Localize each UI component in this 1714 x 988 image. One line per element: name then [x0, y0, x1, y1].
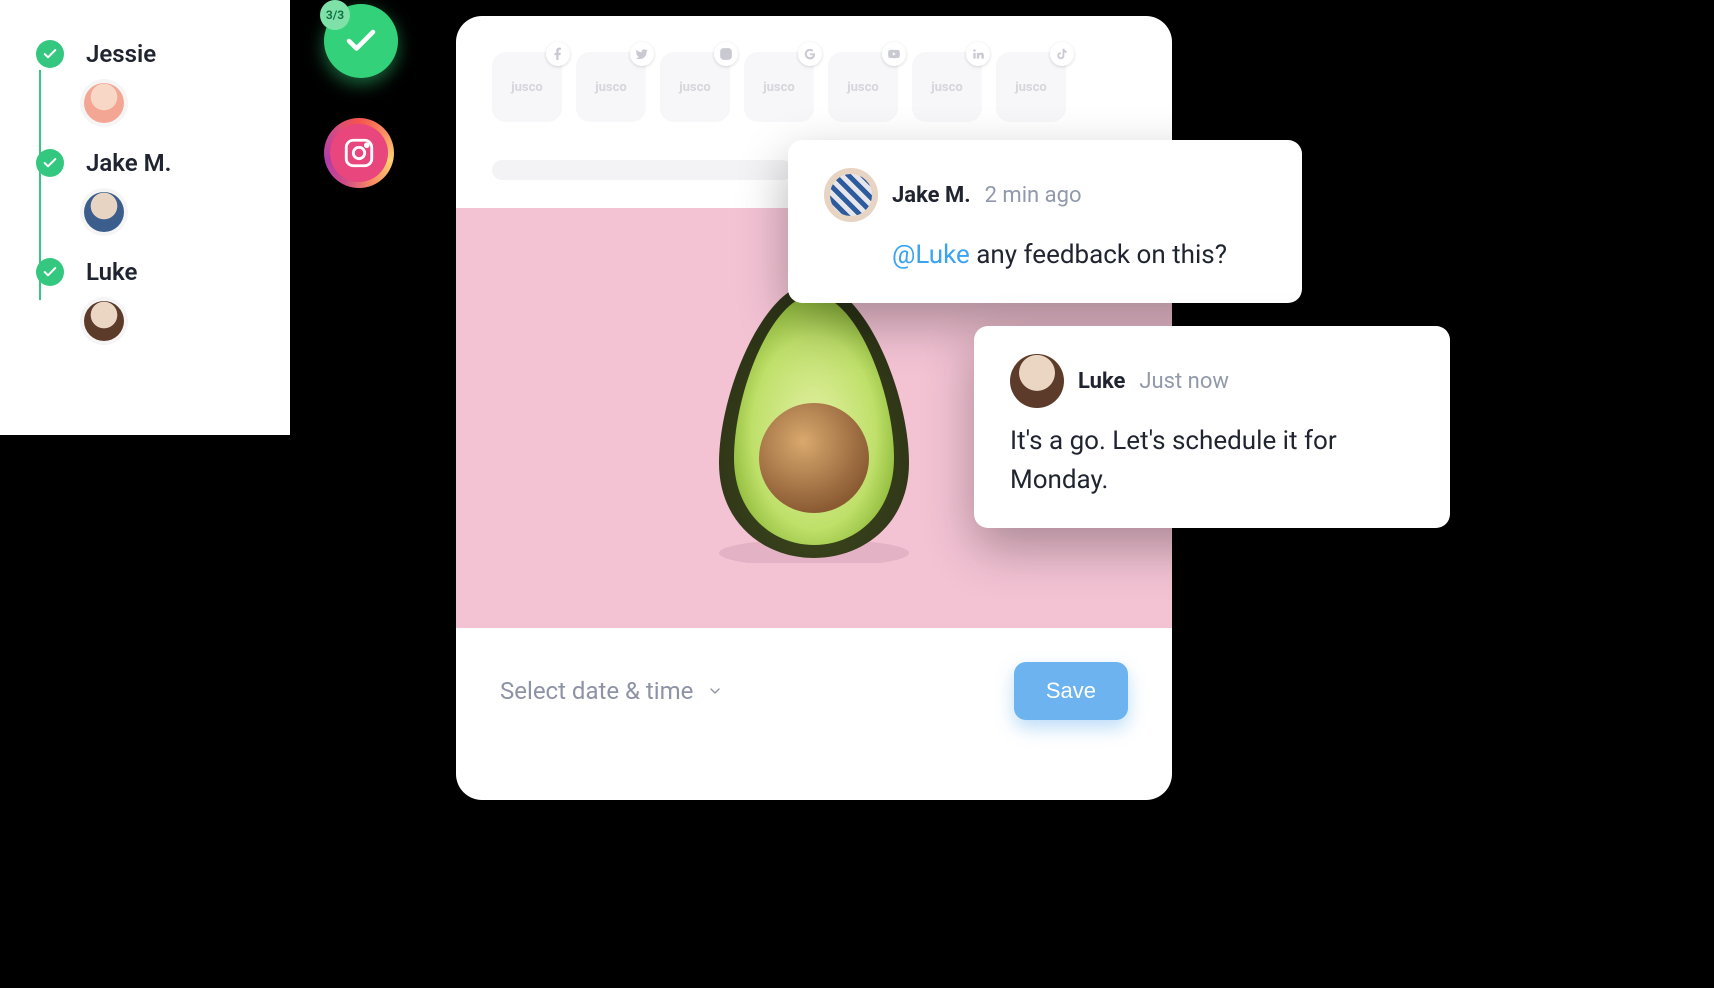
approval-panel: Jessie Jake M. Luke	[0, 0, 290, 435]
platform-tile-label: jusco	[1015, 80, 1046, 95]
chevron-down-icon	[707, 683, 723, 699]
avatar	[824, 168, 878, 222]
platform-tile-label: jusco	[679, 80, 710, 95]
approval-complete-badge: 3/3	[324, 4, 398, 78]
caption-placeholder[interactable]	[492, 160, 792, 180]
instagram-icon	[324, 118, 394, 188]
platform-tile-label: jusco	[931, 80, 962, 95]
platform-tile-label: jusco	[763, 80, 794, 95]
youtube-icon	[882, 42, 906, 66]
status-badges: 3/3	[324, 4, 398, 188]
tiktok-icon	[1050, 42, 1074, 66]
approver-item[interactable]: Jake M.	[36, 149, 254, 177]
approver-name: Jake M.	[86, 149, 171, 177]
date-time-label: Select date & time	[500, 677, 693, 705]
facebook-icon	[546, 42, 570, 66]
platform-tile-facebook[interactable]: jusco	[492, 52, 562, 122]
comment-author: Jake M.	[892, 183, 971, 208]
mention[interactable]: @Luke	[892, 240, 970, 270]
save-button[interactable]: Save	[1014, 662, 1128, 720]
comment-card: Jake M. 2 min ago @Luke any feedback on …	[788, 140, 1302, 303]
date-time-select[interactable]: Select date & time	[500, 677, 723, 705]
avocado-illustration	[704, 273, 924, 563]
composer-footer: Select date & time Save	[456, 628, 1172, 754]
avatar	[1010, 354, 1064, 408]
check-icon	[36, 258, 64, 286]
comment-body: @Luke any feedback on this?	[892, 236, 1266, 275]
platform-tile-google[interactable]: jusco	[744, 52, 814, 122]
linkedin-icon	[966, 42, 990, 66]
comment-body: It's a go. Let's schedule it for Monday.	[1010, 422, 1414, 500]
check-icon	[36, 149, 64, 177]
comment-time: Just now	[1139, 369, 1229, 394]
avatar	[84, 301, 124, 341]
platform-tile-linkedin[interactable]: jusco	[912, 52, 982, 122]
comment-time: 2 min ago	[985, 183, 1082, 208]
avatar	[84, 192, 124, 232]
platform-tile-label: jusco	[595, 80, 626, 95]
platform-tile-label: jusco	[511, 80, 542, 95]
comment-author: Luke	[1078, 369, 1125, 394]
approver-name: Luke	[86, 258, 137, 286]
platform-selector-row: jusco jusco jusco jusco jusco jusco jusc…	[456, 16, 1172, 146]
platform-tile-twitter[interactable]: jusco	[576, 52, 646, 122]
platform-tile-tiktok[interactable]: jusco	[996, 52, 1066, 122]
comment-card: Luke Just now It's a go. Let's schedule …	[974, 326, 1450, 528]
twitter-icon	[630, 42, 654, 66]
comment-header: Luke Just now	[1010, 354, 1414, 408]
platform-tile-label: jusco	[847, 80, 878, 95]
approver-name: Jessie	[86, 40, 156, 68]
approver-item[interactable]: Luke	[36, 258, 254, 286]
platform-tile-instagram[interactable]: jusco	[660, 52, 730, 122]
google-icon	[798, 42, 822, 66]
avatar	[84, 83, 124, 123]
approval-counter: 3/3	[320, 0, 350, 30]
comment-header: Jake M. 2 min ago	[824, 168, 1266, 222]
check-icon	[36, 40, 64, 68]
platform-tile-youtube[interactable]: jusco	[828, 52, 898, 122]
approver-item[interactable]: Jessie	[36, 40, 254, 68]
instagram-icon	[714, 42, 738, 66]
comment-text: any feedback on this?	[970, 240, 1227, 270]
